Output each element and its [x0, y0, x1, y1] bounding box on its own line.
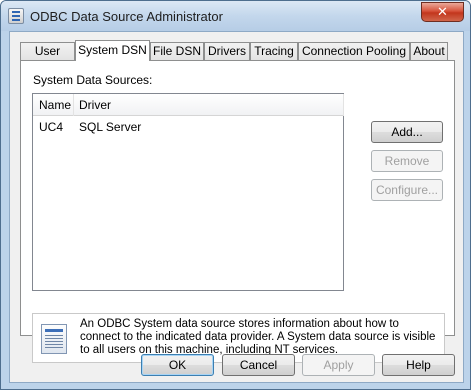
cancel-button[interactable]: Cancel — [222, 354, 295, 376]
remove-button[interactable]: Remove — [371, 150, 443, 172]
odbc-admin-window: ODBC Data Source Administrator ✕ User DS… — [0, 0, 471, 390]
tab-drivers[interactable]: Drivers — [204, 42, 250, 60]
column-header-driver[interactable]: Driver — [79, 98, 111, 112]
tab-tracing[interactable]: Tracing — [250, 42, 298, 60]
column-header-name[interactable]: Name — [39, 98, 71, 112]
tab-file-dsn[interactable]: File DSN — [150, 42, 204, 60]
dialog-client-area: User DSN System DSN File DSN Drivers Tra… — [9, 31, 464, 383]
window-title: ODBC Data Source Administrator — [30, 9, 223, 24]
data-source-info-icon — [41, 324, 67, 354]
tab-system-dsn[interactable]: System DSN — [75, 40, 150, 61]
tab-user-dsn[interactable]: User DSN — [20, 42, 75, 74]
add-button[interactable]: Add... — [371, 121, 443, 143]
close-button[interactable]: ✕ — [421, 2, 464, 22]
column-divider[interactable] — [343, 94, 344, 116]
data-source-list[interactable]: Name Driver UC4 SQL Server — [32, 93, 344, 291]
help-button[interactable]: Help — [382, 354, 455, 376]
odbc-app-icon — [8, 8, 24, 24]
system-dsn-panel: System Data Sources: Name Driver UC4 SQL… — [20, 60, 455, 363]
configure-button[interactable]: Configure... — [371, 179, 443, 201]
dsn-driver: SQL Server — [79, 120, 142, 134]
system-data-sources-label: System Data Sources: — [33, 73, 153, 87]
ok-button[interactable]: OK — [141, 354, 214, 376]
tab-connection-pooling[interactable]: Connection Pooling — [298, 42, 410, 60]
info-description: An ODBC System data source stores inform… — [80, 318, 436, 356]
close-icon: ✕ — [437, 4, 448, 19]
list-item[interactable]: UC4 SQL Server — [33, 118, 343, 136]
list-header: Name Driver — [33, 94, 344, 116]
dsn-name: UC4 — [39, 120, 64, 134]
column-divider[interactable] — [73, 94, 74, 116]
tab-about[interactable]: About — [410, 42, 448, 60]
title-bar[interactable]: ODBC Data Source Administrator ✕ — [1, 1, 470, 31]
apply-button[interactable]: Apply — [302, 354, 375, 376]
